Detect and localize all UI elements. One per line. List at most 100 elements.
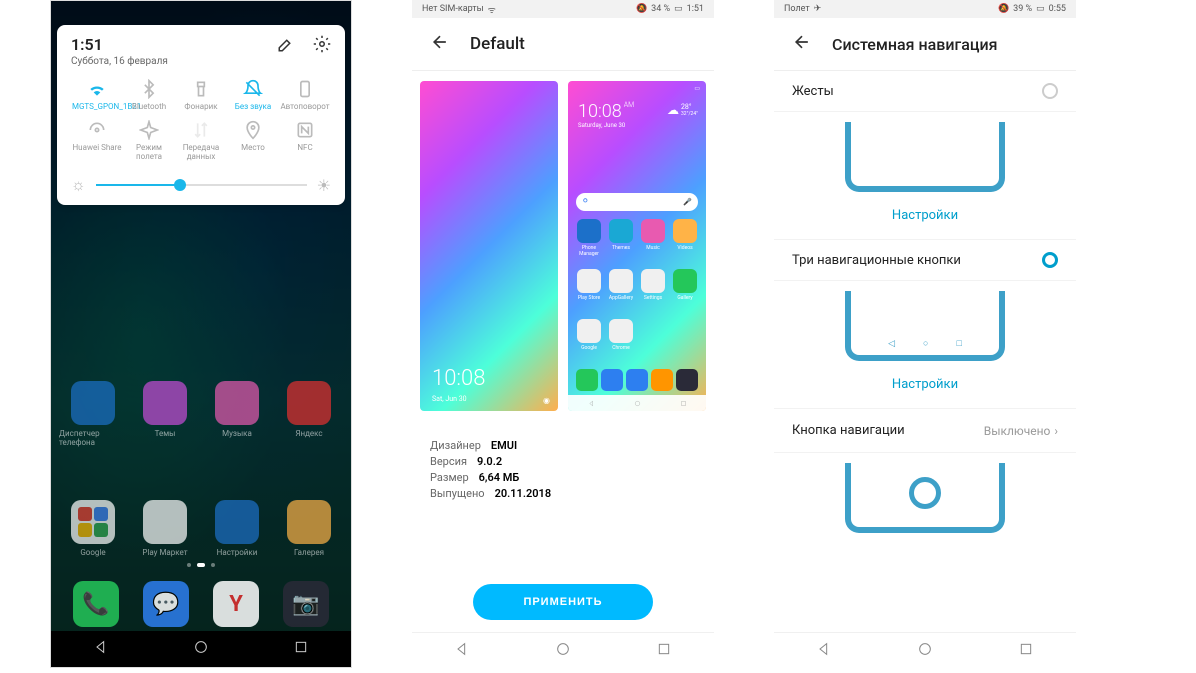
airplane-icon: ✈ (814, 4, 822, 14)
recent-icon[interactable] (293, 639, 309, 659)
chevron-right-icon: › (1054, 424, 1058, 438)
back-arrow-icon[interactable] (430, 32, 450, 56)
quick-settings-panel: 1:51 Суббота, 16 февраля MGTS_GPON_1B21 B… (57, 25, 345, 205)
page-header: Default (412, 18, 714, 71)
camera-icon: ◉ (543, 396, 550, 405)
info-val: 6,64 МБ (479, 471, 520, 484)
navigation-bar (51, 631, 351, 667)
data-toggle[interactable]: Передача данных (175, 120, 227, 162)
nfc-toggle[interactable]: NFC (279, 120, 331, 162)
app-Темы[interactable]: Темы (131, 381, 199, 447)
app-Диспетчер телефона[interactable]: Диспетчер телефона (59, 381, 127, 447)
dock-yandex[interactable]: Y (213, 581, 259, 627)
battery-percent: 39 % (1013, 4, 1032, 14)
toggle-label: Место (241, 144, 265, 153)
toggle-label: Huawei Share (72, 144, 121, 153)
page-title: Default (470, 34, 525, 54)
mute-status-icon: 🔕 (636, 4, 647, 14)
app-Музыка[interactable]: Музыка (203, 381, 271, 447)
info-val: 9.0.2 (477, 455, 502, 468)
brightness-low-icon: ☼ (71, 175, 86, 195)
toggle-label: NFC (297, 144, 312, 153)
toggle-label: Передача данных (176, 144, 226, 162)
battery-percent: 34 % (651, 4, 670, 14)
app-Настройки[interactable]: Настройки (203, 500, 271, 557)
home-icon[interactable] (193, 639, 209, 659)
flashlight-toggle[interactable]: Фонарик (175, 79, 227, 112)
home-time: 10:08 (578, 101, 622, 122)
nav-option-1[interactable]: Три навигационные кнопки (774, 240, 1076, 281)
radio-icon[interactable] (1042, 83, 1058, 99)
wifi-toggle[interactable]: MGTS_GPON_1B21 (71, 79, 123, 112)
toggle-label: Bluetooth (132, 103, 166, 112)
toggle-label: Без звука (235, 103, 271, 112)
mute-status-icon: 🔕 (998, 4, 1009, 14)
sim-status: Нет SIM-карты (422, 4, 484, 14)
app-Яндекс[interactable]: Яндекс (275, 381, 343, 447)
dock-camera[interactable]: 📷 (283, 581, 329, 627)
theme-preview-row: 10:08 Sat, Jun 30 ◉ ▭ 10:08AM Saturday, … (412, 71, 714, 421)
search-bar: 🎤 (576, 193, 698, 211)
app-Google[interactable]: Google (59, 500, 127, 557)
back-icon[interactable] (93, 639, 109, 659)
status-time: 0:55 (1049, 4, 1066, 14)
page-title: Системная навигация (832, 35, 997, 54)
home-screen-row: GooglePlay МаркетНастройкиГалерея (51, 500, 351, 557)
info-val: EMUI (491, 439, 517, 452)
nav-option-button[interactable]: Кнопка навигацииВыключено › (774, 409, 1076, 453)
phone-theme-detail: Нет SIM-картыᯤ 🔕 34 % ▭ 1:51 Default 10:… (412, 0, 714, 668)
settings-link[interactable]: Настройки (774, 367, 1076, 409)
nav-option-0[interactable]: Жесты (774, 71, 1076, 112)
toggle-label: Автоповорот (280, 103, 329, 112)
weather-widget: ☁ 28° 32°/24° (667, 103, 698, 117)
back-icon[interactable] (454, 641, 470, 661)
bluetooth-toggle[interactable]: Bluetooth (123, 79, 175, 112)
info-key: Размер (430, 471, 469, 484)
lockscreen-date: Sat, Jun 30 (432, 395, 467, 403)
dock-msg[interactable]: 💬 (143, 581, 189, 627)
home-screen-row: Диспетчер телефонаТемыМузыкаЯндекс (51, 381, 351, 447)
apply-button[interactable]: ПРИМЕНИТЬ (473, 584, 653, 620)
phone-system-navigation: Полет ✈ 🔕 39 % ▭ 0:55 Системная навигация… (774, 0, 1076, 668)
back-icon[interactable] (816, 641, 832, 661)
status-time: 1:51 (687, 4, 704, 14)
recent-icon[interactable] (656, 641, 672, 661)
dock-phone[interactable]: 📞 (73, 581, 119, 627)
toggle-grid: MGTS_GPON_1B21 Bluetooth Фонарик Без звука А… (71, 79, 331, 161)
info-key: Выпущено (430, 487, 485, 500)
brightness-slider[interactable]: ☼ ☀ (71, 175, 331, 195)
app-Галерея[interactable]: Галерея (275, 500, 343, 557)
info-val: 20.11.2018 (495, 487, 552, 500)
page-indicator (187, 563, 215, 567)
app-Play Маркет[interactable]: Play Маркет (131, 500, 199, 557)
wifi-icon: ᯤ (488, 3, 496, 16)
battery-icon: ▭ (1036, 4, 1045, 14)
mute-toggle[interactable]: Без звука (227, 79, 279, 112)
phone-quick-settings: Нет SIM-карты▭ᯤ 🔕 34 % ▭ 1:51 Суббота, 1… (50, 0, 352, 668)
radio-icon[interactable] (1042, 252, 1058, 268)
edit-icon[interactable] (277, 35, 295, 57)
navigation-bar (774, 632, 1076, 668)
settings-icon[interactable] (313, 35, 331, 57)
huawei-share-toggle[interactable]: Huawei Share (71, 120, 123, 162)
location-toggle[interactable]: Место (227, 120, 279, 162)
autorotate-toggle[interactable]: Автоповорот (279, 79, 331, 112)
status-bar: Полет ✈ 🔕 39 % ▭ 0:55 (774, 0, 1076, 18)
brightness-high-icon: ☀ (317, 176, 331, 195)
panel-time: 1:51 (71, 35, 168, 54)
toggle-label: Фонарик (184, 103, 217, 112)
airplane-toggle[interactable]: Режим полета (123, 120, 175, 162)
back-arrow-icon[interactable] (792, 32, 812, 56)
recent-icon[interactable] (1018, 641, 1034, 661)
panel-date: Суббота, 16 февраля (71, 56, 168, 67)
home-icon[interactable] (917, 641, 933, 661)
page-header: Системная навигация (774, 18, 1076, 71)
settings-link[interactable]: Настройки (774, 198, 1076, 240)
info-key: Дизайнер (430, 439, 481, 452)
home-icon[interactable] (555, 641, 571, 661)
lockscreen-time: 10:08 (432, 366, 485, 391)
airplane-label: Полет (784, 4, 810, 14)
toggle-label: MGTS_GPON_1B21 (72, 103, 122, 112)
theme-lockscreen-preview[interactable]: 10:08 Sat, Jun 30 ◉ (420, 81, 558, 411)
theme-homescreen-preview[interactable]: ▭ 10:08AM Saturday, June 30 ☁ 28° 32°/24… (568, 81, 706, 411)
